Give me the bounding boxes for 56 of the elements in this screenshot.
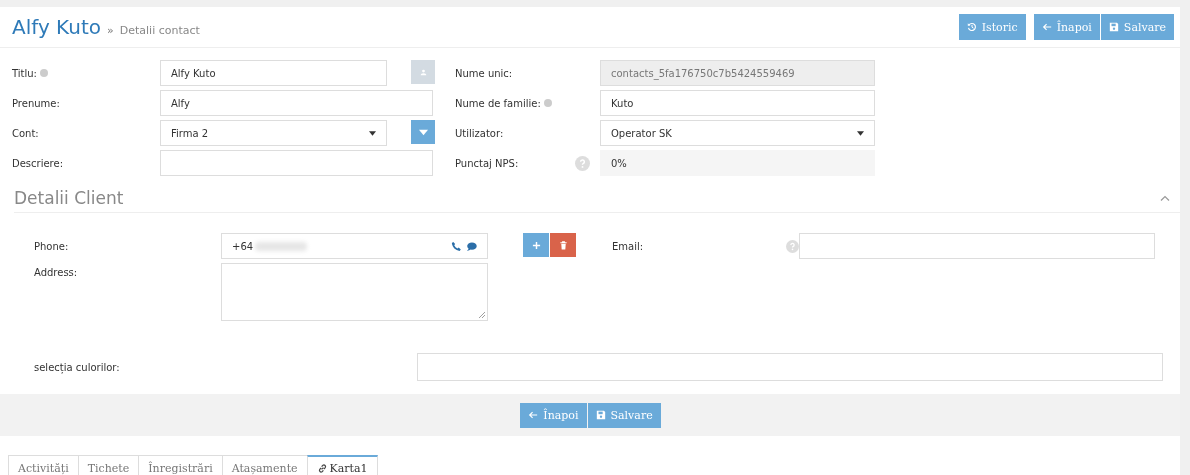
field-label: Prenume: (12, 97, 60, 109)
save-button[interactable]: Salvare (1100, 14, 1174, 40)
delete-button[interactable] (550, 233, 576, 257)
field-label: Address: (34, 266, 79, 278)
text-field[interactable]: Alfy Kuto (160, 60, 387, 86)
plus-icon (531, 240, 541, 250)
field-label: Utilizator: (455, 127, 504, 139)
field-label: Email: (612, 240, 645, 252)
readonly-field: contacts_5fa176750c7b5424559469 (600, 60, 875, 86)
caret-down-icon (369, 130, 376, 136)
phone-field[interactable]: +64 (221, 233, 488, 259)
chevron-up-icon[interactable] (1160, 195, 1170, 201)
tab[interactable]: Tichete (77, 455, 140, 475)
tab[interactable]: Karta1 (306, 455, 378, 475)
add-button[interactable] (523, 233, 549, 257)
field-label: Punctaj NPS: (455, 157, 519, 169)
score-field: 0% (600, 150, 875, 176)
tab[interactable]: Atașamente (221, 455, 308, 475)
chat-bubble-icon[interactable] (466, 240, 477, 252)
back-button[interactable]: Înapoi (520, 402, 587, 428)
phone-icon[interactable] (451, 240, 462, 252)
history-icon (966, 22, 977, 32)
field-label: Cont: (12, 127, 39, 139)
field-label: Nume unic: (455, 67, 513, 79)
caret-down-icon (857, 130, 864, 136)
link-icon (316, 463, 328, 474)
page-subtitle: Detalii contact (119, 24, 200, 37)
contact-card-button[interactable] (411, 60, 435, 84)
arrow-left-icon (528, 410, 539, 420)
back-button[interactable]: Înapoi (1033, 14, 1100, 40)
field-label: Descriere: (12, 157, 63, 169)
resize-grip-icon[interactable] (479, 312, 485, 318)
tab[interactable]: Activități (8, 455, 79, 475)
field-label: selecția culorilor: (34, 361, 121, 373)
address-textarea[interactable] (221, 263, 488, 321)
page-title: Alfy Kuto (12, 15, 101, 39)
save-button[interactable]: Salvare (587, 402, 661, 428)
text-field[interactable]: Kuto (600, 90, 875, 116)
color-selection-field[interactable] (417, 353, 1163, 381)
dropdown-button[interactable] (411, 120, 435, 144)
field-label: Phone: (34, 240, 70, 252)
field-label: Nume de familie: (455, 97, 541, 109)
field-label: Titlu: (12, 67, 37, 79)
section-title: Detalii Client (14, 188, 124, 208)
trash-icon (558, 240, 568, 250)
tab[interactable]: Înregistrări (138, 455, 223, 475)
arrow-left-icon (1041, 22, 1052, 32)
text-field[interactable]: Alfy (160, 90, 433, 116)
text-field[interactable] (160, 150, 433, 176)
select-field[interactable]: Operator SK (600, 120, 875, 146)
breadcrumb-separator: » (107, 24, 114, 37)
select-field[interactable]: Firma 2 (160, 120, 387, 146)
history-button[interactable]: Istoric (958, 14, 1026, 40)
email-field[interactable] (799, 233, 1155, 259)
caret-down-icon (418, 128, 428, 136)
contact-card-icon (418, 68, 428, 76)
